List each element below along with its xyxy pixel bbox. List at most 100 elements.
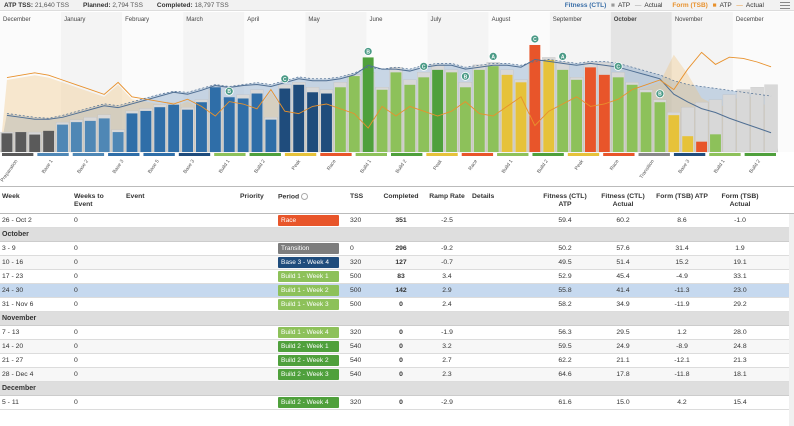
planned-tss-bar[interactable]	[750, 87, 764, 153]
header-ctl-atp[interactable]: Fitness (CTL) ATP	[536, 187, 594, 213]
period-tag[interactable]: Build 1 - Week 2	[278, 285, 339, 296]
period-cell[interactable]: Build 2 - Week 1	[276, 341, 348, 352]
table-row[interactable]: 26 - Oct 2 0 Race 320 351 -2.5 59.4 60.2 8.6 -1.0	[0, 214, 794, 228]
period-strip-segment[interactable]	[37, 153, 69, 156]
actual-tss-bar[interactable]	[529, 44, 541, 152]
info-icon[interactable]	[301, 193, 309, 200]
actual-tss-bar[interactable]	[640, 92, 652, 152]
actual-tss-bar[interactable]	[168, 104, 180, 152]
actual-tss-bar[interactable]	[251, 93, 263, 152]
period-strip-segment[interactable]	[178, 153, 211, 156]
period-cell[interactable]: Build 2 - Week 3	[276, 369, 348, 380]
period-tag[interactable]: Build 1 - Week 3	[278, 299, 339, 310]
period-tag[interactable]: Race	[278, 215, 339, 226]
actual-tss-bar[interactable]	[585, 67, 596, 152]
period-strip-segment[interactable]	[72, 153, 105, 156]
period-cell[interactable]: Build 1 - Week 4	[276, 327, 348, 338]
period-strip-segment[interactable]	[426, 153, 458, 156]
period-strip-segment[interactable]	[391, 153, 423, 156]
planned-tss-bar[interactable]	[722, 94, 736, 153]
actual-tss-bar[interactable]	[334, 87, 346, 152]
period-tag[interactable]: Build 2 - Week 4	[278, 397, 339, 408]
actual-tss-bar[interactable]	[418, 77, 430, 152]
header-tsb-atp[interactable]: Form (TSB) ATP	[652, 187, 712, 213]
period-cell[interactable]: Transition	[276, 243, 348, 254]
actual-tss-bar[interactable]	[15, 132, 27, 152]
actual-tss-bar[interactable]	[404, 84, 416, 152]
actual-tss-bar[interactable]	[598, 74, 610, 152]
actual-tss-bar[interactable]	[459, 87, 471, 152]
period-strip-segment[interactable]	[143, 153, 175, 156]
period-cell[interactable]: Build 1 - Week 1	[276, 271, 348, 282]
actual-tss-bar[interactable]	[612, 77, 624, 152]
period-tag[interactable]: Build 2 - Week 1	[278, 341, 339, 352]
planned-tss-bar[interactable]	[736, 89, 750, 153]
table-row[interactable]: 21 - 27 0 Build 2 - Week 2 540 0 2.7 62.2 21.1 -…	[0, 354, 794, 368]
period-strip-segment[interactable]	[673, 153, 706, 156]
actual-tss-bar[interactable]	[196, 102, 207, 152]
actual-tss-bar[interactable]	[321, 93, 332, 152]
actual-tss-bar[interactable]	[307, 92, 319, 152]
period-strip-segment[interactable]	[532, 153, 564, 156]
chart-svg[interactable]: December January February March April May June…	[0, 12, 794, 182]
actual-tss-bar[interactable]	[487, 66, 499, 152]
table-scrollbar[interactable]	[789, 214, 794, 426]
actual-tss-bar[interactable]	[43, 130, 55, 152]
period-tag[interactable]: Build 2 - Week 3	[278, 369, 339, 380]
period-strip-segment[interactable]	[284, 153, 317, 156]
actual-tss-bar[interactable]	[154, 107, 166, 152]
actual-tss-bar[interactable]	[390, 72, 402, 152]
period-strip-segment[interactable]	[638, 153, 670, 156]
header-tss[interactable]: TSS	[348, 187, 378, 213]
header-ramp-rate[interactable]: Ramp Rate	[424, 187, 470, 213]
actual-tss-bar[interactable]	[696, 141, 708, 152]
table-row[interactable]: 5 - 11 0 Build 2 - Week 4 320 0 -2.9 61.6 15.0 4…	[0, 396, 794, 410]
actual-tss-bar[interactable]	[293, 84, 305, 152]
actual-tss-bar[interactable]	[237, 98, 249, 152]
period-strip-segment[interactable]	[2, 153, 34, 156]
actual-tss-bar[interactable]	[279, 88, 291, 152]
period-strip-segment[interactable]	[567, 153, 600, 156]
period-strip-segment[interactable]	[744, 153, 776, 156]
actual-tss-bar[interactable]	[571, 79, 582, 152]
table-row[interactable]: 24 - 30 0 Build 1 - Week 2 500 142 2.9 55.8 41.…	[0, 284, 794, 298]
period-cell[interactable]: Race	[276, 215, 348, 226]
period-strip-segment[interactable]	[108, 153, 140, 156]
hamburger-menu-icon[interactable]	[780, 2, 790, 9]
actual-tss-bar[interactable]	[682, 136, 694, 152]
actual-tss-bar[interactable]	[126, 113, 138, 152]
period-strip-segment[interactable]	[214, 153, 246, 156]
actual-tss-bar[interactable]	[473, 69, 485, 152]
table-row[interactable]: 3 - 9 0 Transition 0 296 -9.2 50.2 57.6 31.4 1.9	[0, 242, 794, 256]
actual-tss-bar[interactable]	[57, 124, 68, 152]
header-priority[interactable]: Priority	[238, 187, 276, 213]
period-tag[interactable]: Base 3 - Week 4	[278, 257, 339, 268]
table-row[interactable]: 28 - Dec 4 0 Build 2 - Week 3 540 0 2.3 64.6 17…	[0, 368, 794, 382]
actual-tss-bar[interactable]	[182, 109, 193, 152]
period-strip-segment[interactable]	[355, 153, 387, 156]
actual-tss-bar[interactable]	[29, 134, 41, 152]
actual-tss-bar[interactable]	[84, 120, 96, 152]
period-strip-segment[interactable]	[709, 153, 741, 156]
header-details[interactable]: Details	[470, 187, 536, 213]
legend-ctl[interactable]: Fitness (CTL) ■ ATP — Actual	[565, 2, 663, 9]
actual-tss-bar[interactable]	[98, 118, 110, 152]
header-ctl-actual[interactable]: Fitness (CTL) Actual	[594, 187, 652, 213]
legend-tsb[interactable]: Form (TSB) ■ ATP — Actual	[672, 2, 764, 9]
actual-tss-bar[interactable]	[668, 115, 680, 152]
header-tsb-actual[interactable]: Form (TSB) Actual	[712, 187, 768, 213]
table-row[interactable]: 31 - Nov 6 0 Build 1 - Week 3 500 0 2.4 58.2 34…	[0, 298, 794, 312]
actual-tss-bar[interactable]	[112, 132, 124, 152]
actual-tss-bar[interactable]	[265, 119, 277, 152]
header-event[interactable]: Event	[124, 187, 238, 213]
actual-tss-bar[interactable]	[362, 57, 374, 152]
header-week[interactable]: Week	[0, 187, 72, 213]
actual-tss-bar[interactable]	[710, 134, 721, 152]
actual-tss-bar[interactable]	[209, 87, 221, 152]
period-cell[interactable]: Build 1 - Week 2	[276, 285, 348, 296]
actual-tss-bar[interactable]	[501, 74, 513, 152]
period-tag[interactable]: Build 1 - Week 1	[278, 271, 339, 282]
table-row[interactable]: 7 - 13 0 Build 1 - Week 4 320 0 -1.9 56.3 29.5 1…	[0, 326, 794, 340]
actual-tss-bar[interactable]	[376, 89, 388, 152]
table-row[interactable]: 17 - 23 0 Build 1 - Week 1 500 83 3.4 52.9 45.4…	[0, 270, 794, 284]
